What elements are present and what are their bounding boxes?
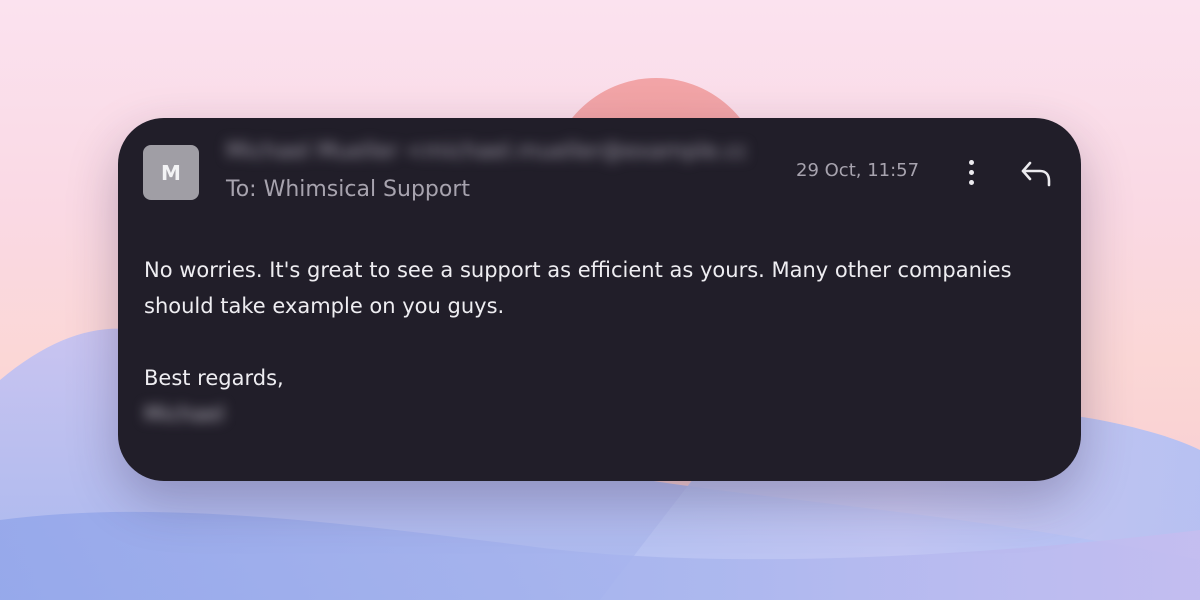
reply-arrow-icon xyxy=(1021,161,1051,187)
email-timestamp: 29 Oct, 11:57 xyxy=(796,160,920,181)
more-dot xyxy=(968,169,974,175)
email-body: No worries. It's great to see a support … xyxy=(144,252,1044,432)
email-signature: Michael xyxy=(144,402,225,426)
avatar: M xyxy=(143,145,199,200)
more-dot xyxy=(968,179,974,185)
email-card: M Michael Mueller <michael.mueller@examp… xyxy=(118,118,1081,481)
reply-icon[interactable] xyxy=(1018,154,1058,194)
sender-name: Michael Mueller <michael.mueller@example… xyxy=(226,139,746,164)
recipient-label: To: Whimsical Support xyxy=(226,177,471,202)
more-vertical-icon[interactable] xyxy=(956,152,986,192)
more-dot xyxy=(968,159,974,165)
email-paragraph: No worries. It's great to see a support … xyxy=(144,258,1012,318)
email-signature-line: Michael xyxy=(144,396,1044,432)
email-signoff: Best regards, xyxy=(144,366,284,390)
